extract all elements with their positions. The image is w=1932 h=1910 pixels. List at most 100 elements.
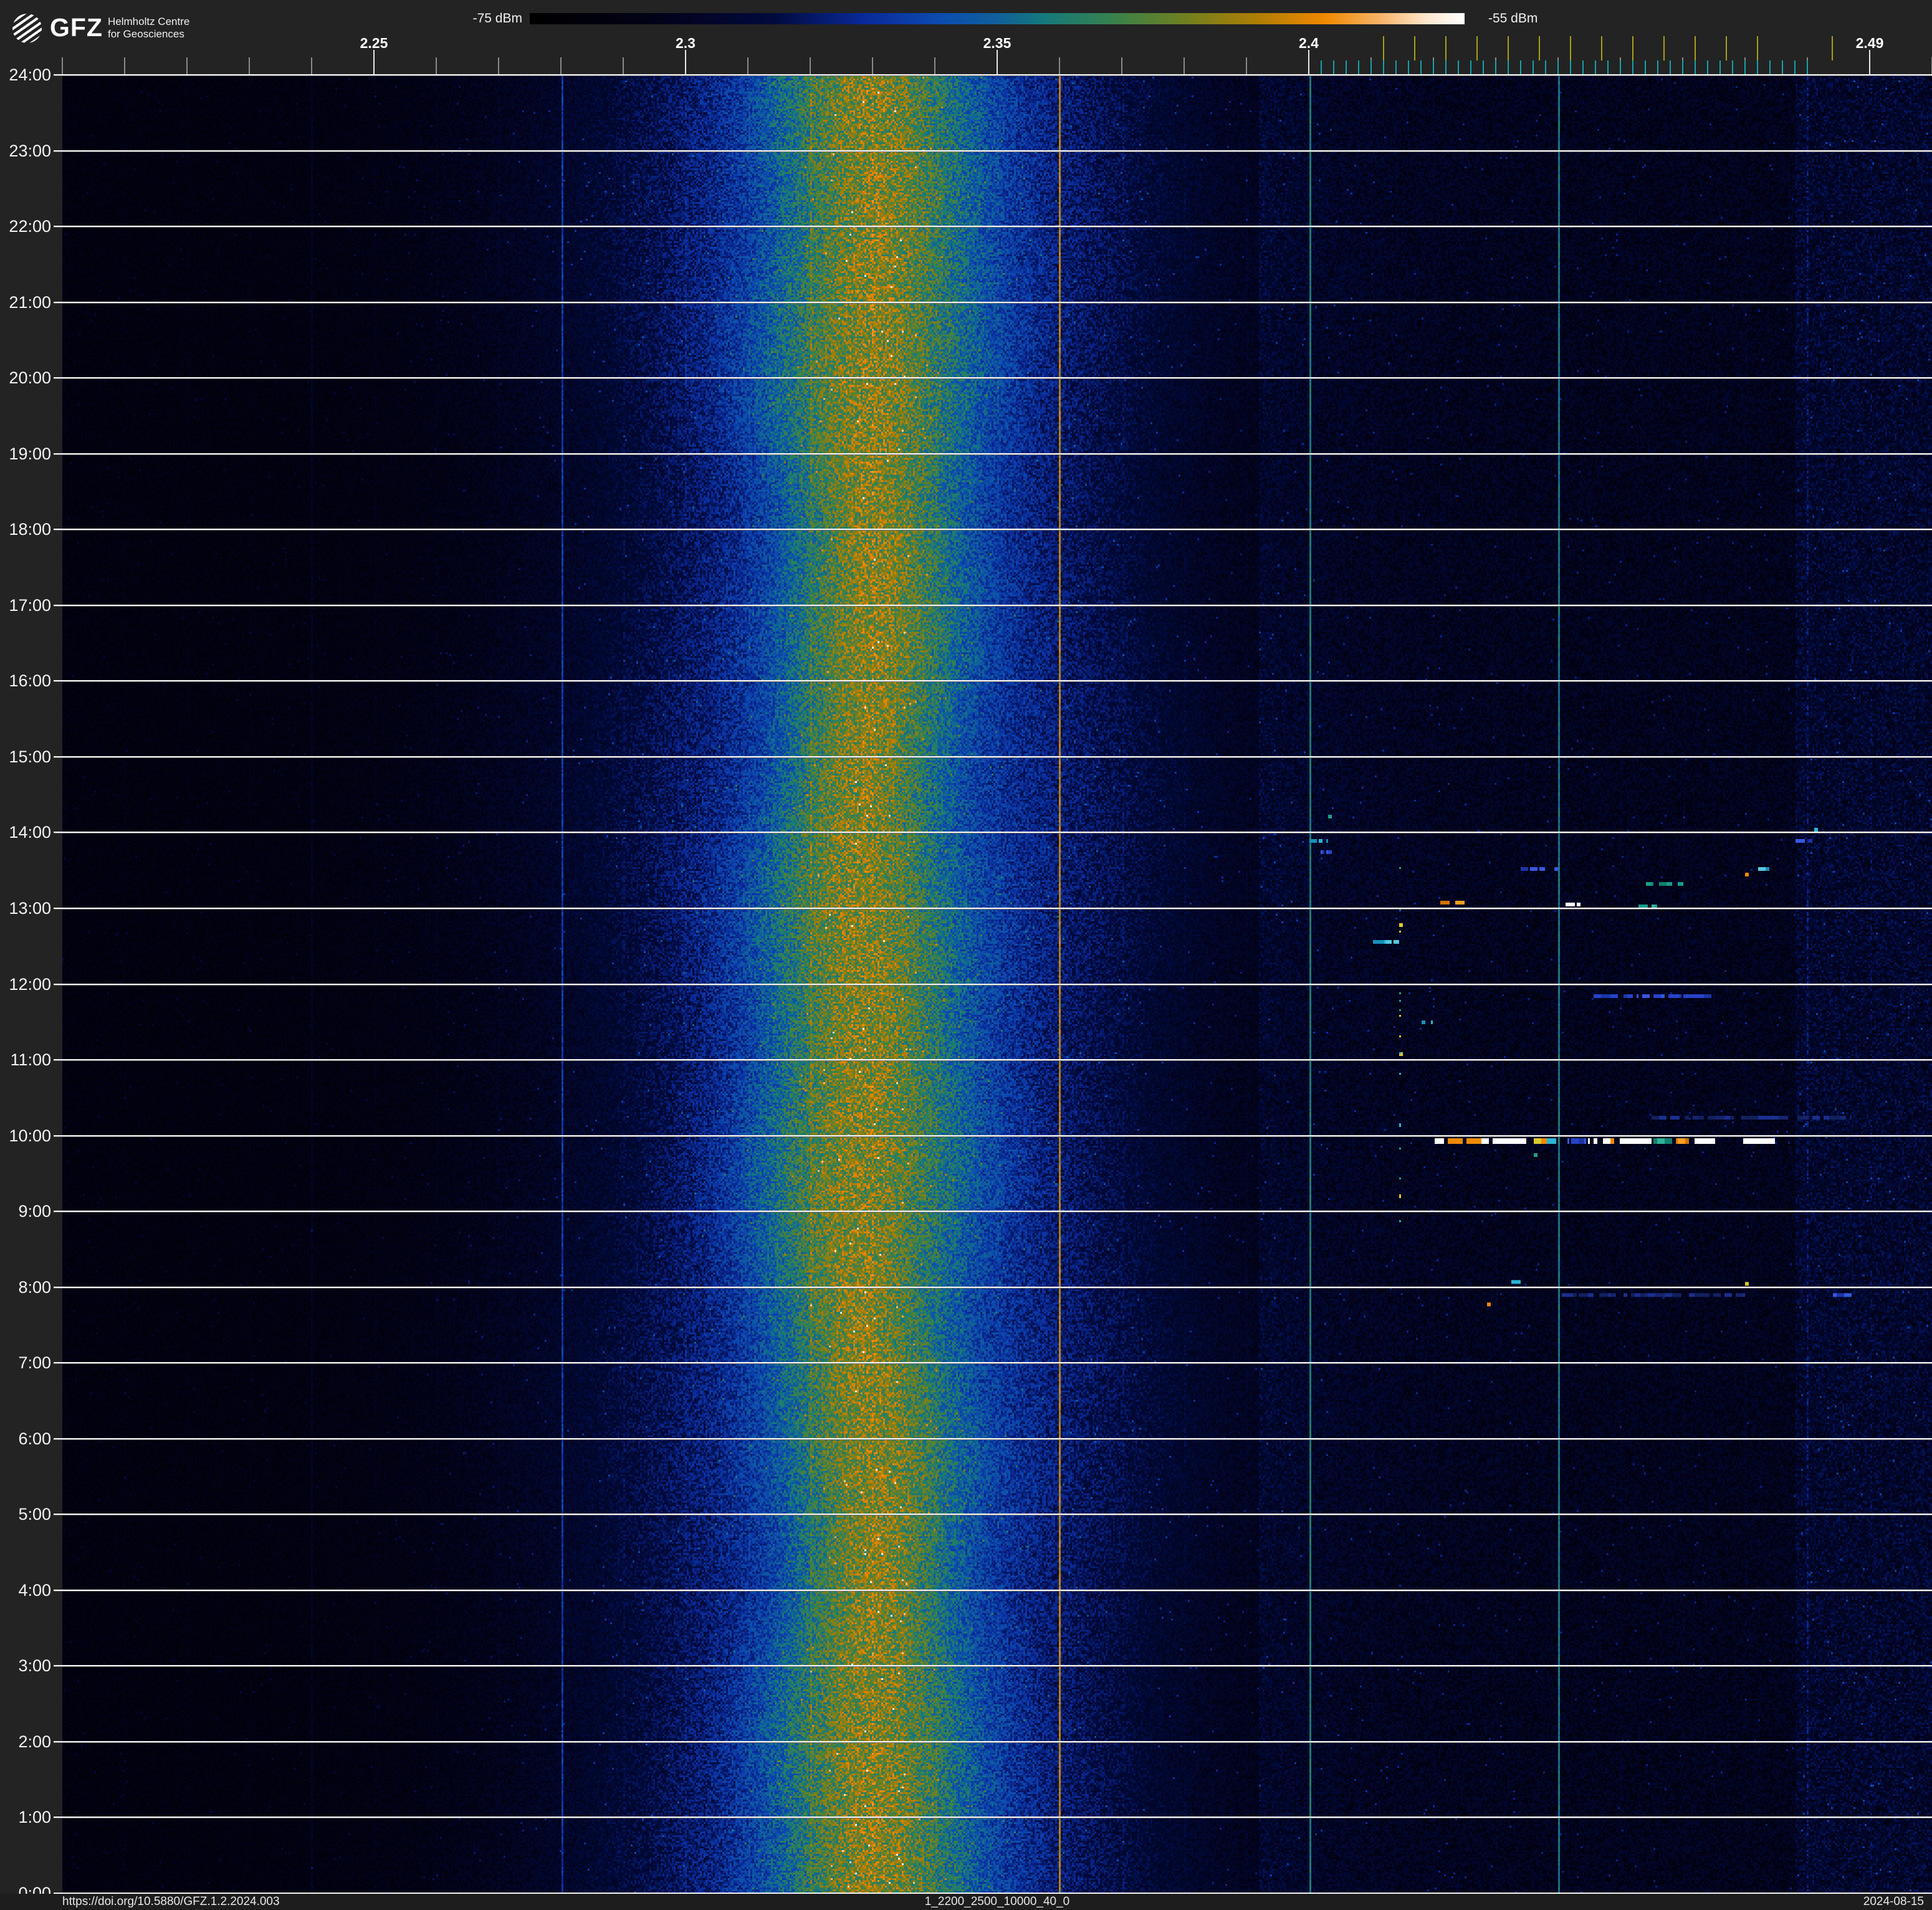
hour-label: 3:00: [18, 1656, 51, 1676]
ble-channel-tick: [1458, 60, 1459, 74]
ble-channel-tick: [1483, 60, 1484, 74]
ble-channel-tick: [1782, 60, 1783, 74]
spectrogram-plot-area: [62, 75, 1932, 1893]
ble-channel-tick: [1495, 60, 1496, 74]
freq-minor-tick: [249, 57, 250, 75]
ble-channel-tick: [1769, 60, 1771, 74]
hour-label: 6:00: [18, 1429, 51, 1448]
ble-channel-tick: [1632, 60, 1633, 74]
wifi-channel-tick: [1508, 36, 1509, 60]
wifi-channel-tick: [1476, 36, 1478, 60]
wifi-channel-tick: [1601, 36, 1602, 60]
ble-channel-tick: [1732, 60, 1733, 74]
freq-minor-tick: [560, 57, 562, 75]
freq-major-tick: [997, 50, 998, 75]
ble-channel-tick: [1420, 60, 1422, 74]
ble-channel-tick: [1657, 60, 1658, 74]
freq-minor-tick: [1246, 57, 1247, 75]
hour-label: 11:00: [10, 1050, 51, 1070]
ble-channel-tick: [1408, 60, 1409, 74]
hour-label: 15:00: [9, 747, 51, 766]
ble-channel-tick: [1445, 60, 1447, 74]
ble-channel-tick: [1695, 60, 1696, 74]
ble-channel-tick: [1582, 60, 1584, 74]
hour-label: 20:00: [9, 368, 51, 388]
wifi-channel-tick: [1832, 36, 1833, 60]
freq-minor-tick: [747, 57, 748, 75]
wifi-channel-tick: [1383, 36, 1384, 60]
hour-label: 12:00: [9, 974, 51, 994]
hour-label: 1:00: [18, 1808, 51, 1827]
hour-label: 5:00: [18, 1505, 51, 1524]
ble-channel-tick: [1620, 60, 1621, 74]
date-text: 2024-08-15: [1863, 1895, 1924, 1908]
freq-tick-label: 2.49: [1855, 35, 1884, 51]
freq-minor-tick: [1184, 57, 1185, 75]
wifi-channel-tick: [1726, 36, 1727, 60]
ble-channel-tick: [1533, 60, 1534, 74]
freq-tick-label: 2.4: [1299, 35, 1319, 51]
freq-major-tick: [1308, 50, 1309, 75]
ble-channel-tick: [1470, 60, 1471, 74]
wifi-channel-tick: [1632, 36, 1633, 60]
ble-channel-tick: [1508, 60, 1509, 74]
freq-minor-tick: [62, 57, 63, 75]
ble-channel-tick: [1395, 60, 1397, 74]
freq-minor-tick: [498, 57, 499, 75]
spectrogram-canvas: [62, 75, 1932, 1893]
hour-label: 17:00: [9, 595, 51, 615]
wifi-channel-tick: [1445, 36, 1447, 60]
ble-channel-tick: [1707, 60, 1708, 74]
hour-label: 9:00: [18, 1202, 51, 1221]
wifi-channel-tick: [1414, 36, 1415, 60]
footer-bar: https://doi.org/10.5880/GFZ.1.2.2024.003…: [0, 1894, 1932, 1910]
freq-minor-tick: [623, 57, 624, 75]
hour-label: 22:00: [9, 217, 51, 236]
hour-label: 4:00: [18, 1580, 51, 1600]
frequency-axis: 2.25 2.3 2.35 2.4 2.49: [0, 0, 1932, 75]
wifi-channel-tick: [1570, 36, 1571, 60]
ble-channel-tick: [1433, 60, 1434, 74]
ble-channel-tick: [1333, 60, 1334, 74]
wifi-channel-tick: [1695, 36, 1696, 60]
freq-tick-label: 2.25: [360, 35, 388, 51]
doi-text: https://doi.org/10.5880/GFZ.1.2.2024.003: [62, 1895, 280, 1908]
wifi-channel-tick: [1539, 36, 1540, 60]
hour-label: 23:00: [9, 141, 51, 160]
hour-label: 8:00: [18, 1277, 51, 1297]
hour-label: 14:00: [9, 823, 51, 842]
freq-major-tick: [373, 50, 375, 75]
freq-minor-tick: [1121, 57, 1122, 75]
ble-channel-tick: [1545, 60, 1546, 74]
ble-channel-tick: [1570, 60, 1571, 74]
ble-channel-tick: [1744, 60, 1746, 74]
ble-channel-tick: [1719, 60, 1721, 74]
freq-minor-tick: [1059, 57, 1060, 75]
ble-channel-tick: [1358, 60, 1359, 74]
wifi-channel-tick: [1663, 36, 1665, 60]
ble-channel-tick: [1595, 60, 1596, 74]
ble-channel-tick: [1370, 60, 1372, 74]
spectrogram-page: { "page": {"background": "#232323", "foo…: [0, 0, 1932, 1910]
hour-label: 7:00: [18, 1353, 51, 1373]
freq-minor-tick: [934, 57, 935, 75]
ble-channel-tick: [1383, 60, 1384, 74]
hour-label: 16:00: [9, 671, 51, 691]
freq-minor-tick: [124, 57, 125, 75]
freq-tick-label: 2.35: [983, 35, 1011, 51]
hour-label: 18:00: [9, 520, 51, 539]
freq-tick-label: 2.3: [676, 35, 696, 51]
ble-channel-tick: [1682, 60, 1683, 74]
ble-channel-tick: [1794, 60, 1796, 74]
freq-major-tick: [1869, 50, 1870, 75]
hour-label: 10:00: [9, 1126, 51, 1145]
ble-channel-tick: [1807, 60, 1808, 74]
freq-minor-tick: [872, 57, 873, 75]
hour-label: 2:00: [18, 1732, 51, 1751]
ble-channel-tick: [1557, 60, 1559, 74]
freq-minor-tick: [436, 57, 437, 75]
ble-channel-tick: [1757, 60, 1758, 74]
wifi-channel-tick: [1757, 36, 1758, 60]
freq-major-tick: [685, 50, 686, 75]
hour-label: 13:00: [9, 898, 51, 918]
